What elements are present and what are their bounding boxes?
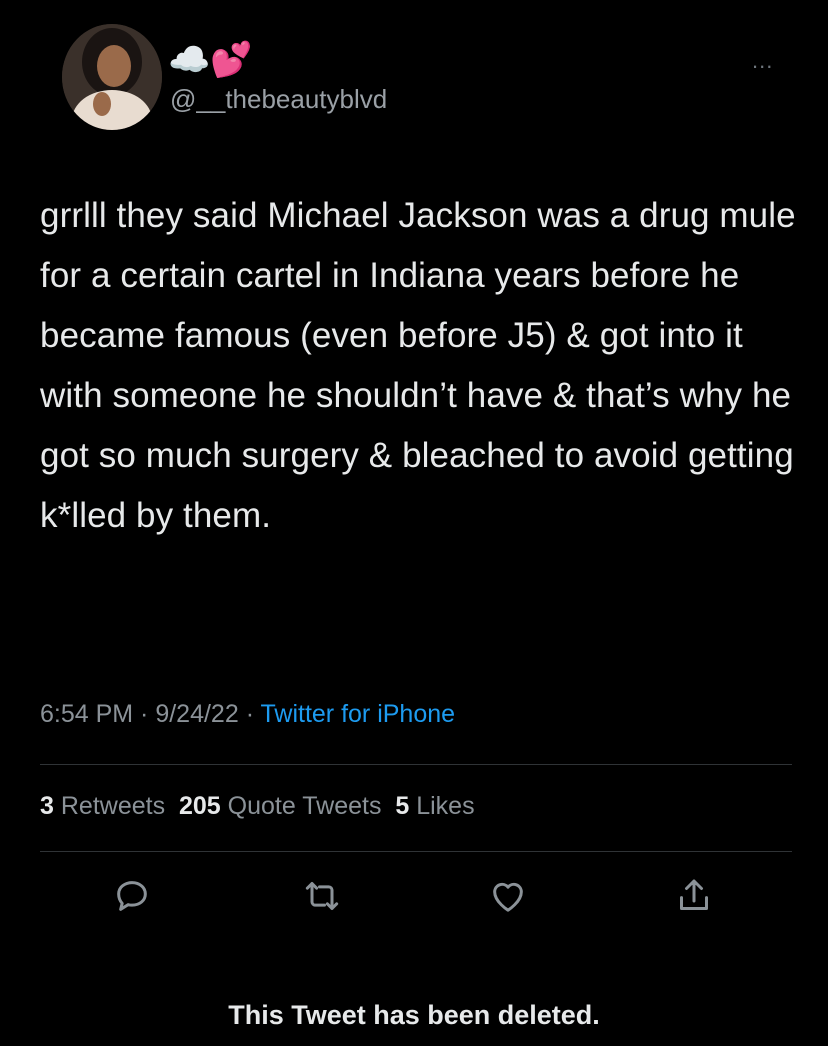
tweet-time: 6:54 PM (40, 700, 134, 728)
avatar[interactable] (62, 24, 162, 130)
avatar-photo (62, 24, 162, 130)
like-button[interactable] (488, 876, 528, 920)
tweet-text: grrlll they said Michael Jackson was a d… (40, 196, 796, 535)
tweet-source-link[interactable]: Twitter for iPhone (261, 700, 456, 728)
meta-separator: · (238, 700, 261, 728)
divider (40, 764, 792, 765)
retweets-stat[interactable]: 3 Retweets (40, 792, 165, 820)
retweet-button[interactable] (302, 876, 342, 920)
meta-separator: · (133, 700, 156, 728)
quote-tweets-label: Quote Tweets (227, 792, 382, 820)
tweet-actions (0, 876, 828, 926)
tweet-meta: 6:54 PM · 9/24/22 · Twitter for iPhone (40, 700, 455, 729)
like-icon (493, 882, 523, 912)
retweets-count: 3 (40, 792, 54, 820)
retweet-icon (305, 882, 339, 910)
user-handle[interactable]: @__thebeautyblvd (170, 84, 387, 115)
reply-icon (117, 881, 147, 911)
likes-count: 5 (395, 792, 410, 820)
tweet-stats: 3 Retweets 205 Quote Tweets 5 Likes (40, 792, 475, 821)
more-options-icon[interactable]: ... (752, 48, 773, 74)
reply-button[interactable] (112, 876, 152, 920)
retweets-label: Retweets (60, 792, 166, 820)
quote-tweets-stat[interactable]: 205 Quote Tweets (179, 792, 381, 820)
share-icon (680, 879, 708, 910)
quote-tweets-count: 205 (178, 792, 221, 820)
divider (40, 851, 792, 852)
tweet-date: 9/24/22 (155, 700, 239, 728)
display-name[interactable]: ☁️💕 (168, 40, 253, 80)
deleted-notice: This Tweet has been deleted. (228, 1000, 600, 1030)
share-button[interactable] (674, 876, 714, 920)
likes-stat[interactable]: 5 Likes (395, 792, 474, 820)
likes-label: Likes (416, 792, 475, 820)
